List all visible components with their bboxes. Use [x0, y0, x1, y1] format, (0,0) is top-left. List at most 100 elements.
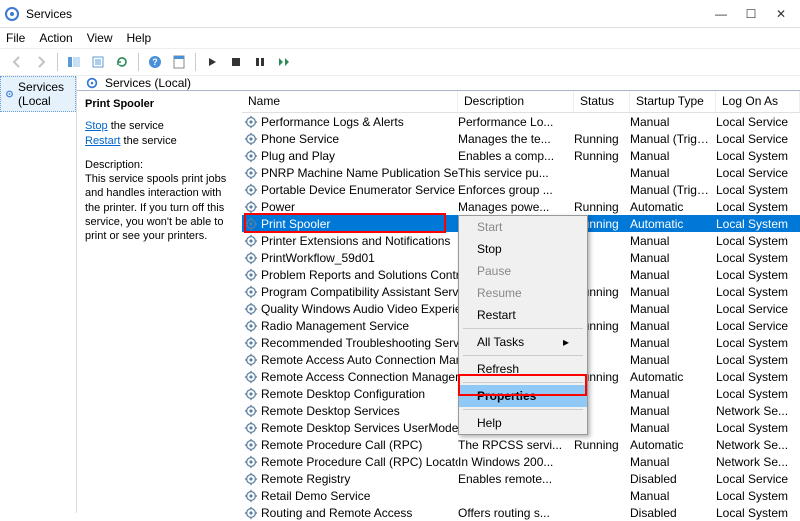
col-status[interactable]: Status — [574, 91, 630, 112]
row-startup: Manual — [630, 115, 716, 129]
restart-service-button[interactable] — [273, 51, 295, 73]
description-label: Description: — [85, 158, 234, 172]
row-description: Performance Lo... — [458, 115, 574, 129]
close-button[interactable]: ✕ — [766, 4, 796, 24]
titlebar: Services — ☐ ✕ — [0, 0, 800, 28]
row-description: Enforces group ... — [458, 183, 574, 197]
ctx-separator — [463, 382, 583, 383]
gear-icon — [244, 285, 258, 299]
forward-button[interactable] — [30, 51, 52, 73]
column-headers: Name Description Status Startup Type Log… — [242, 91, 800, 113]
row-startup: Automatic — [630, 438, 716, 452]
row-startup: Manual — [630, 149, 716, 163]
service-row[interactable]: Plug and PlayEnables a comp...RunningMan… — [242, 147, 800, 164]
service-row[interactable]: Remote RegistryEnables remote...Disabled… — [242, 470, 800, 487]
stop-suffix: the service — [108, 120, 164, 132]
row-startup: Automatic — [630, 217, 716, 231]
service-row[interactable]: Performance Logs & AlertsPerformance Lo.… — [242, 113, 800, 130]
ctx-properties[interactable]: Properties — [459, 385, 587, 407]
service-row[interactable]: Remote Procedure Call (RPC) LocatorIn Wi… — [242, 453, 800, 470]
stop-service-button[interactable] — [225, 51, 247, 73]
row-logon: Local System — [716, 217, 800, 231]
row-name: Phone Service — [261, 132, 339, 146]
menu-view[interactable]: View — [87, 31, 113, 45]
ctx-pause[interactable]: Pause — [459, 260, 587, 282]
gear-icon — [244, 472, 258, 486]
gear-icon — [244, 353, 258, 367]
start-service-button[interactable] — [201, 51, 223, 73]
row-name: Program Compatibility Assistant Servi — [261, 285, 458, 299]
show-hide-tree-button[interactable] — [63, 51, 85, 73]
gear-icon — [244, 268, 258, 282]
console-tree: Services (Local — [0, 76, 77, 513]
ctx-help[interactable]: Help — [459, 412, 587, 434]
col-name[interactable]: Name — [242, 91, 458, 112]
submenu-arrow-icon: ▸ — [563, 335, 569, 349]
minimize-button[interactable]: — — [706, 4, 736, 24]
row-description: Enables a comp... — [458, 149, 574, 163]
back-button[interactable] — [6, 51, 28, 73]
row-startup: Automatic — [630, 370, 716, 384]
row-description: Manages powe... — [458, 200, 574, 214]
row-startup: Manual — [630, 489, 716, 503]
row-name: Retail Demo Service — [261, 489, 370, 503]
gear-icon — [244, 319, 258, 333]
toolbar: ? — [0, 48, 800, 76]
row-name: Power — [261, 200, 295, 214]
service-row[interactable]: PNRP Machine Name Publication ServiceThi… — [242, 164, 800, 181]
col-startup-type[interactable]: Startup Type — [630, 91, 716, 112]
services-list: Name Description Status Startup Type Log… — [242, 91, 800, 521]
service-row[interactable]: Retail Demo Service ManualLocal System — [242, 487, 800, 504]
row-status: Running — [574, 132, 630, 146]
refresh-button[interactable] — [111, 51, 133, 73]
pane-header-title: Services (Local) — [105, 76, 191, 90]
pause-service-button[interactable] — [249, 51, 271, 73]
ctx-stop[interactable]: Stop — [459, 238, 587, 260]
context-menu: Start Stop Pause Resume Restart All Task… — [458, 215, 588, 435]
row-startup: Manual — [630, 234, 716, 248]
toolbar-separator — [138, 53, 139, 71]
service-row[interactable]: Remote Procedure Call (RPC)The RPCSS ser… — [242, 436, 800, 453]
ctx-separator — [463, 328, 583, 329]
service-row[interactable]: Portable Device Enumerator ServiceEnforc… — [242, 181, 800, 198]
menu-file[interactable]: File — [6, 31, 25, 45]
ctx-separator — [463, 409, 583, 410]
menu-help[interactable]: Help — [127, 31, 152, 45]
detail-service-name: Print Spooler — [85, 98, 154, 110]
gear-icon — [244, 200, 258, 214]
ctx-all-tasks[interactable]: All Tasks ▸ — [459, 331, 587, 353]
row-logon: Local System — [716, 200, 800, 214]
gear-icon — [244, 438, 258, 452]
row-name: Remote Access Connection Manager — [261, 370, 458, 384]
stop-service-link[interactable]: Stop — [85, 120, 108, 132]
menu-action[interactable]: Action — [39, 31, 72, 45]
row-status: Running — [574, 438, 630, 452]
row-startup: Manual — [630, 319, 716, 333]
ctx-resume[interactable]: Resume — [459, 282, 587, 304]
gear-icon — [244, 183, 258, 197]
maximize-button[interactable]: ☐ — [736, 4, 766, 24]
help-button[interactable]: ? — [144, 51, 166, 73]
ctx-restart[interactable]: Restart — [459, 304, 587, 326]
row-logon: Local System — [716, 489, 800, 503]
row-startup: Manual — [630, 285, 716, 299]
service-row[interactable]: PowerManages powe...RunningAutomaticLoca… — [242, 198, 800, 215]
tree-node-services-local[interactable]: Services (Local — [0, 76, 76, 112]
row-logon: Network Se... — [716, 455, 800, 469]
gear-icon — [244, 370, 258, 384]
properties-button[interactable] — [168, 51, 190, 73]
row-logon: Local Service — [716, 132, 800, 146]
export-list-button[interactable] — [87, 51, 109, 73]
row-logon: Local System — [716, 251, 800, 265]
ctx-all-tasks-label: All Tasks — [477, 335, 524, 349]
service-row[interactable]: Phone ServiceManages the te...RunningMan… — [242, 130, 800, 147]
col-description[interactable]: Description — [458, 91, 574, 112]
restart-service-link[interactable]: Restart — [85, 135, 120, 147]
window-title: Services — [26, 7, 706, 21]
ctx-properties-label: Properties — [477, 389, 536, 403]
col-logon-as[interactable]: Log On As — [716, 91, 800, 112]
ctx-refresh[interactable]: Refresh — [459, 358, 587, 380]
services-app-icon — [4, 6, 20, 22]
ctx-start[interactable]: Start — [459, 216, 587, 238]
row-description: Enables remote... — [458, 472, 574, 486]
